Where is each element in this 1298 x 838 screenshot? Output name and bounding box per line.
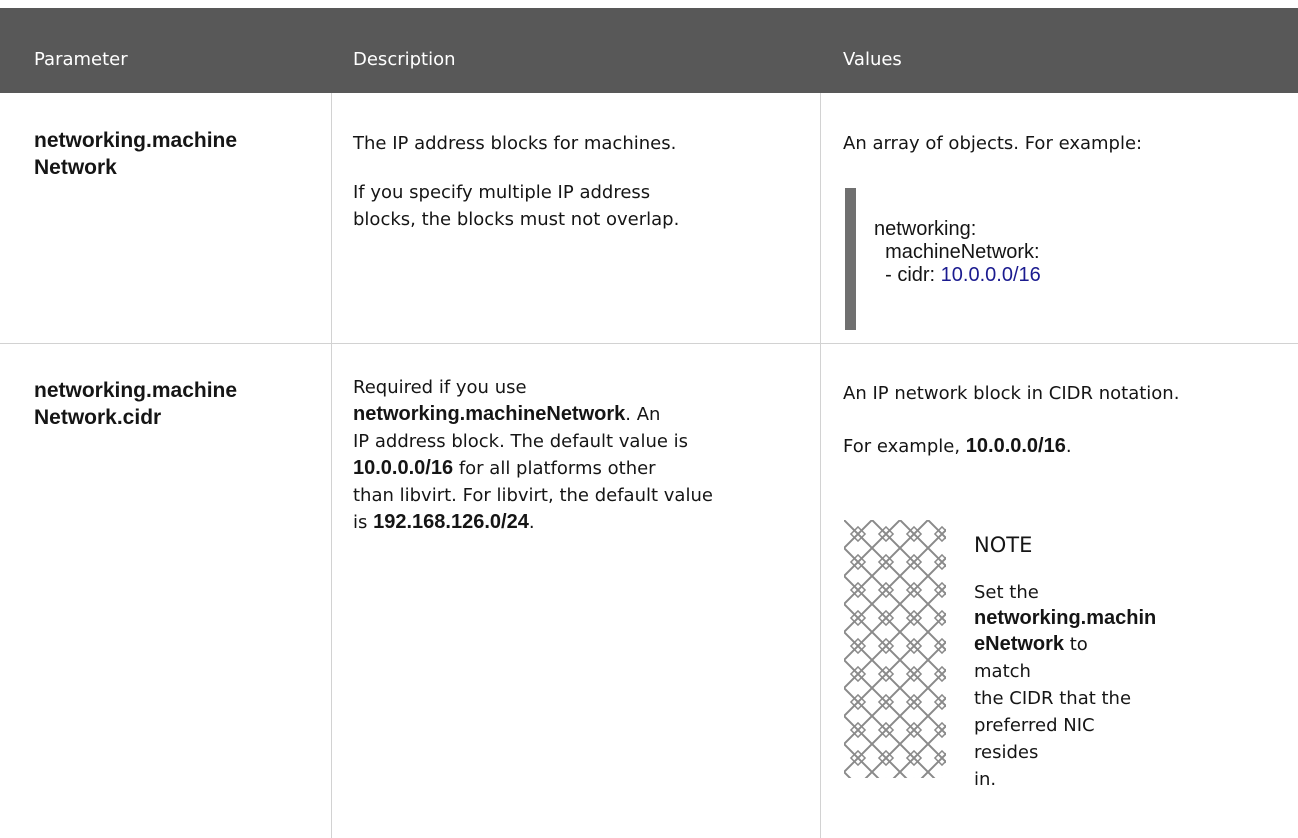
- table-header: Parameter Description Values: [0, 8, 1298, 93]
- table-row-1-values-intro: An array of objects. For example:: [843, 133, 1143, 154]
- code-block-border: [845, 188, 856, 330]
- code-block: networking: machineNetwork: - cidr: 10.0…: [874, 218, 1041, 286]
- note-pattern-icon: [844, 520, 946, 778]
- row-divider: [0, 343, 1298, 344]
- header-description: Description: [353, 49, 456, 70]
- note-admonition: NOTE Set the networking.machin eNetwork …: [974, 532, 1157, 793]
- parameter-table: Parameter Description Values networking.…: [0, 8, 1298, 838]
- note-title: NOTE: [974, 533, 1033, 557]
- header-parameter: Parameter: [34, 49, 128, 70]
- table-row-1-parameter: networking.machine Network: [34, 129, 238, 179]
- table-row-2-parameter: networking.machine Network.cidr: [34, 379, 238, 429]
- table-row-2-values: An IP network block in CIDR notation. Fo…: [843, 383, 1180, 457]
- note-body: Set the networking.machin eNetwork to ma…: [974, 582, 1157, 790]
- header-values: Values: [843, 49, 902, 70]
- column-divider: [331, 93, 332, 838]
- column-divider: [820, 93, 821, 838]
- table-row-1-description: The IP address blocks for machines. If y…: [353, 133, 680, 230]
- table-row-2-description: Required if you use networking.machineNe…: [353, 377, 713, 533]
